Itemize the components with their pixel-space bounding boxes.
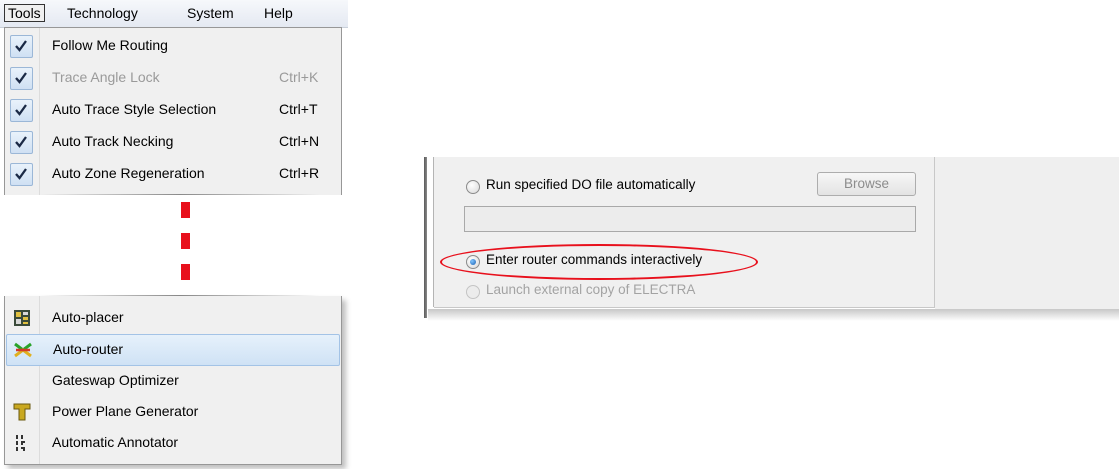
menu-item-label: Follow Me Routing <box>52 37 168 53</box>
browse-button[interactable]: Browse <box>817 172 916 196</box>
annotator-icon <box>13 434 31 452</box>
checkmark-icon <box>10 99 33 122</box>
checkmark-icon <box>10 163 33 186</box>
checkmark-icon <box>10 67 33 90</box>
menu-help[interactable]: Help <box>264 5 293 21</box>
menu-item-trace-angle-lock: Trace Angle Lock Ctrl+K <box>6 63 340 93</box>
menu-item-label: Auto Trace Style Selection <box>52 101 217 117</box>
radio-run-do-file-label: Run specified DO file automatically <box>486 177 696 192</box>
dialog-border <box>424 157 427 318</box>
menu-item-label: Trace Angle Lock <box>52 69 160 85</box>
do-file-path-field[interactable] <box>464 206 916 232</box>
menu-item-automatic-annotator[interactable]: Automatic Annotator <box>6 428 340 458</box>
auto-placer-icon <box>13 309 31 327</box>
menu-item-label: Auto Track Necking <box>52 133 174 149</box>
menu-item-follow-me-routing[interactable]: Follow Me Routing <box>6 31 340 61</box>
menu-item-shortcut: Ctrl+R <box>279 165 320 181</box>
menu-technology[interactable]: Technology <box>67 5 138 21</box>
dialog-shadow <box>428 309 1119 321</box>
menu-item-shortcut: Ctrl+K <box>279 69 319 85</box>
router-options-dialog: Run specified DO file automatically Brow… <box>424 157 1119 321</box>
menu-item-auto-placer[interactable]: Auto-placer <box>6 303 340 333</box>
menu-item-label: Auto-router <box>53 341 124 357</box>
menu-item-label: Power Plane Generator <box>52 403 199 419</box>
radio-launch-electra <box>466 285 480 299</box>
checkmark-icon <box>10 35 33 58</box>
cut-marker-dash <box>181 233 190 249</box>
menu-item-gateswap-optimizer[interactable]: Gateswap Optimizer <box>6 366 340 396</box>
tools-menu-bottom: Auto-placer Auto-router Gateswap Optimiz… <box>4 296 342 465</box>
radio-launch-electra-label: Launch external copy of ELECTRA <box>486 282 696 297</box>
cut-marker-dash <box>181 202 190 218</box>
menu-item-label: Auto-placer <box>52 309 124 325</box>
menu-item-label: Automatic Annotator <box>52 434 179 450</box>
cut-line-top <box>40 194 320 195</box>
auto-router-icon <box>14 341 32 359</box>
tools-menu-top: Follow Me Routing Trace Angle Lock Ctrl+… <box>4 27 342 195</box>
checkmark-icon <box>10 131 33 154</box>
menu-item-shortcut: Ctrl+T <box>279 101 318 117</box>
menu-bar: Tools Technology System Help <box>0 0 348 28</box>
dialog-background <box>935 157 1119 309</box>
power-plane-icon <box>13 403 31 421</box>
menu-item-auto-trace-style-selection[interactable]: Auto Trace Style Selection Ctrl+T <box>6 95 340 125</box>
menu-item-label: Auto Zone Regeneration <box>52 165 205 181</box>
menu-item-auto-zone-regeneration[interactable]: Auto Zone Regeneration Ctrl+R <box>6 159 340 189</box>
radio-interactive[interactable] <box>466 255 480 269</box>
menu-item-auto-router[interactable]: Auto-router <box>6 334 340 366</box>
radio-interactive-label: Enter router commands interactively <box>486 252 703 267</box>
cut-marker-dash <box>181 264 190 280</box>
dialog-body: Run specified DO file automatically Brow… <box>434 157 935 308</box>
menu-tools[interactable]: Tools <box>4 4 45 22</box>
radio-run-do-file[interactable] <box>466 180 480 194</box>
menu-item-label: Gateswap Optimizer <box>52 372 179 388</box>
menu-item-shortcut: Ctrl+N <box>279 133 320 149</box>
menu-system[interactable]: System <box>187 5 234 21</box>
menu-item-power-plane-generator[interactable]: Power Plane Generator <box>6 397 340 427</box>
menu-item-auto-track-necking[interactable]: Auto Track Necking Ctrl+N <box>6 127 340 157</box>
